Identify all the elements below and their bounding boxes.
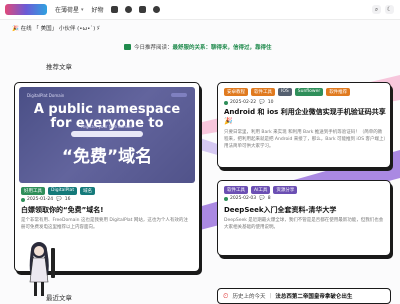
comment-count: 10 (267, 100, 274, 105)
chevron-down-icon: ▾ (81, 6, 84, 13)
moon-icon[interactable]: ☾ (385, 5, 394, 14)
user-icon[interactable] (124, 6, 132, 13)
tag-list: 软件工具 AI工具 资源分享 (224, 186, 300, 194)
clock-icon: ⏲ (223, 291, 229, 300)
comment-count: 16 (64, 197, 71, 202)
article-cover-image[interactable]: DigitalPlat Domain A public namespace fo… (19, 87, 195, 183)
history-label: 历史上的今天 (232, 294, 266, 300)
tag[interactable]: 软件工具 (251, 88, 275, 96)
box-icon[interactable] (138, 6, 146, 13)
nav-item-goods[interactable]: 好物 (92, 5, 104, 14)
announcement-bar: 🎉 在线 「 美国」 小伙伴 (•ω•`)ゞ (12, 24, 101, 32)
cover-menu-bar (171, 93, 187, 97)
tag[interactable]: IOS (278, 88, 292, 96)
quote-text[interactable]: 最舒服的关系：聊得来，信得过，靠得住 (173, 43, 272, 51)
nav-item-mint[interactable]: 在薄荷星 ▾ (55, 5, 84, 15)
comment-icon: 💬 (56, 197, 62, 202)
article-excerpt: DeepSeek 是近期最火爆全球，我们不管是是否都在使用最新功能，但我们也会大… (224, 218, 384, 230)
tag[interactable]: 资源分享 (273, 186, 298, 194)
announcement-text: 🎉 在线 「 美国」 小伙伴 (•ω•`)ゞ (12, 26, 101, 32)
tag[interactable]: 安卓教程 (224, 88, 248, 96)
article-meta: 2025-02-22 💬 10 (224, 100, 274, 105)
article-excerpt: 是个非常有用、FreeDomain 这也是我要用 DigitalPlat 网站，… (21, 218, 188, 230)
article-title[interactable]: Android 和 ios 利用企业微信实现手机验证码共享🎉 (224, 108, 386, 126)
calendar-icon (224, 196, 228, 201)
nav-item-label: 在薄荷星 (55, 7, 80, 14)
article-title[interactable]: 白嫖领取你的“免费”域名! (21, 205, 103, 215)
comment-count: 8 (267, 196, 271, 201)
cover-subtitle: Register your free domain (80, 124, 134, 129)
article-date: 2025-02-22 (230, 100, 257, 105)
site-logo[interactable] (5, 4, 47, 15)
cover-heading-line: A public namespace (33, 102, 181, 117)
tag[interactable]: 域名 (80, 187, 96, 195)
history-event[interactable]: 法总西第二帝国皇帝拿破仑出生 (275, 292, 352, 300)
calendar-icon (224, 100, 228, 105)
book-icon (124, 44, 131, 50)
mascot-character-image (29, 242, 55, 296)
tag[interactable]: DigitalPlat (48, 187, 78, 195)
paw-icon[interactable] (152, 6, 160, 13)
nav-right-tools: ⌕ ☾ (368, 5, 394, 14)
cover-overlay-text: “免费”域名 (61, 147, 153, 167)
tag-list: 安卓教程 软件工具 IOS Sunflower 软件推荐 (224, 88, 384, 96)
article-date: 2025-02-03 (230, 196, 257, 201)
article-meta: 2025-01-24 💬 16 (21, 197, 71, 202)
article-meta: 2025-02-03 💬 8 (224, 196, 271, 201)
article-date: 2025-01-24 (27, 197, 54, 202)
tag[interactable]: Sunflower (294, 88, 324, 96)
quote-prefix: 今日推荐阅读： (134, 45, 173, 51)
tag[interactable]: 软件工具 (224, 186, 248, 194)
article-title[interactable]: DeepSeek入门全套资料-清华大学 (224, 205, 336, 215)
grid-icon[interactable] (110, 6, 118, 13)
article-excerpt: 只要日常里，利用 Bark 来实现 和利用 Bark 推送到手机等验证码！（简单… (224, 130, 386, 149)
divider: | (269, 293, 272, 299)
history-today-bar[interactable]: ⏲ 历史上的今天 | 法总西第二帝国皇帝拿破仑出生 (217, 288, 391, 304)
tag[interactable]: 软件推荐 (326, 88, 351, 96)
tag[interactable]: AI工具 (251, 186, 271, 194)
cover-search-bar (71, 131, 143, 137)
comment-icon: 💬 (259, 100, 265, 105)
comment-icon: 💬 (259, 196, 265, 201)
article-card[interactable]: 安卓教程 软件工具 IOS Sunflower 软件推荐 2025-02-22 … (217, 82, 391, 168)
cover-brand: DigitalPlat Domain (27, 93, 65, 98)
top-nav: 在薄荷星 ▾ 好物 ⌕ ☾ (0, 0, 400, 20)
calendar-icon (21, 197, 25, 202)
article-card[interactable]: 软件工具 AI工具 资源分享 2025-02-03 💬 8 DeepSeek入门… (217, 180, 391, 256)
section-title-featured: 推荐文章 (46, 63, 72, 71)
search-icon[interactable]: ⌕ (372, 5, 381, 14)
daily-quote: 今日推荐阅读： 最舒服的关系：聊得来，信得过，靠得住 (124, 43, 272, 51)
nav-item-label: 好物 (91, 7, 104, 14)
tag-list: 好用工具 DigitalPlat 域名 (21, 187, 98, 195)
tag[interactable]: 好用工具 (21, 187, 45, 195)
